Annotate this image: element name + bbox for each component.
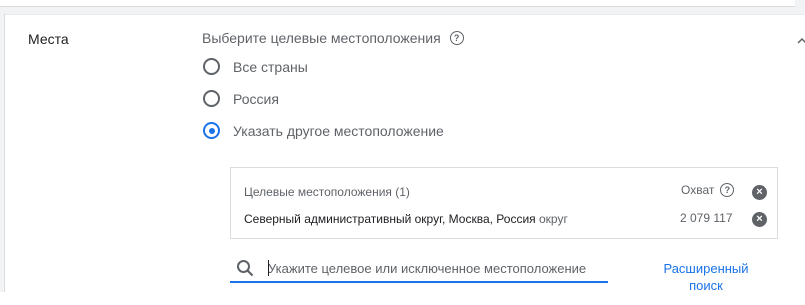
radio-russia[interactable]: Россия <box>203 90 279 107</box>
remove-location-icon[interactable]: × <box>752 212 767 227</box>
chevron-up-icon[interactable] <box>797 33 805 49</box>
search-input[interactable] <box>268 257 603 279</box>
radio-label: Все страны <box>233 58 308 75</box>
radio-all-countries[interactable]: Все страны <box>203 58 308 75</box>
advanced-search-link[interactable]: Расширенный поиск <box>652 260 760 294</box>
search-icon <box>237 260 254 277</box>
previous-card-edge <box>0 0 795 7</box>
radio-custom-location[interactable]: Указать другое местоположение <box>203 122 444 139</box>
section-label: Места <box>28 31 69 47</box>
text-cursor <box>268 260 269 276</box>
target-locations-header: Целевые местоположения (1) <box>244 185 410 199</box>
target-locations-panel: Целевые местоположения (1) Охват ? × Сев… <box>230 167 778 239</box>
radio-label: Россия <box>233 90 279 107</box>
radio-button[interactable] <box>203 58 220 75</box>
radio-button[interactable] <box>203 90 220 107</box>
reach-header: Охват ? <box>681 183 735 197</box>
remove-all-icon[interactable]: × <box>752 185 767 200</box>
reach-label: Охват <box>681 183 715 197</box>
help-icon[interactable]: ? <box>449 31 464 45</box>
target-location-reach: 2 079 117 <box>680 211 733 225</box>
radio-button-checked[interactable] <box>203 122 220 139</box>
location-label: Северный административный округ, Москва,… <box>244 212 536 226</box>
location-search-field[interactable] <box>230 253 608 283</box>
card-left-edge <box>0 14 5 292</box>
radio-label: Указать другое местоположение <box>233 122 444 139</box>
help-icon[interactable]: ? <box>720 183 735 197</box>
question-text: Выберите целевые местоположения <box>202 30 441 46</box>
target-location-name: Северный административный округ, Москва,… <box>244 212 568 226</box>
locations-question: Выберите целевые местоположения ? <box>202 30 464 46</box>
location-type: округ <box>539 212 568 226</box>
top-strip <box>0 0 805 14</box>
